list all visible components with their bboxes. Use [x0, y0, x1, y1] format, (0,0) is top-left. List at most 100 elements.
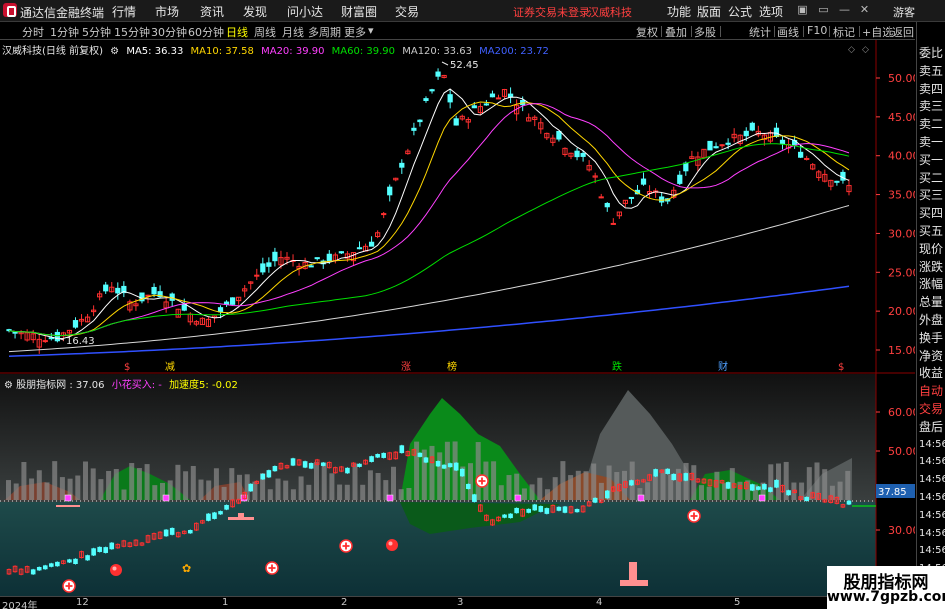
- more-chevron-icon[interactable]: ▾: [368, 24, 374, 37]
- side-panel-item[interactable]: 14:56: [919, 473, 945, 487]
- indicator-chart[interactable]: ✿37.8560.0050.0030.0040.00: [0, 374, 915, 596]
- period-weekly[interactable]: 周线: [254, 24, 276, 40]
- volume-bar: [568, 475, 574, 500]
- period-multi[interactable]: 多周期: [308, 24, 341, 40]
- side-panel-item[interactable]: 14:56: [919, 509, 945, 523]
- menu-gongshi[interactable]: 公式: [728, 3, 752, 20]
- skin-icon[interactable]: ▣: [794, 2, 811, 19]
- candle-body: [556, 130, 562, 140]
- side-panel-item[interactable]: 卖三: [919, 99, 943, 113]
- tool-duogu[interactable]: 多股: [694, 24, 716, 40]
- side-panel-item[interactable]: 卖四: [919, 82, 943, 96]
- period-monthly[interactable]: 月线: [282, 24, 304, 40]
- side-panel-item[interactable]: 买二: [919, 171, 943, 185]
- side-panel-item[interactable]: 自动: [919, 384, 943, 398]
- side-panel-item[interactable]: 现价: [919, 242, 943, 256]
- period-60min[interactable]: 60分钟: [188, 24, 224, 40]
- candle-body: [743, 130, 749, 137]
- menu-caifuquan[interactable]: 财富圈: [341, 3, 377, 20]
- tool-back[interactable]: 返回: [892, 24, 914, 40]
- tool-tongji[interactable]: 统计: [749, 24, 771, 40]
- side-panel-item[interactable]: 买五: [919, 224, 943, 238]
- side-panel-item[interactable]: 总量: [919, 295, 943, 309]
- menu-gongneng[interactable]: 功能: [667, 3, 691, 20]
- app-title: 通达信金融终端: [20, 6, 105, 20]
- period-more[interactable]: 更多: [344, 24, 366, 40]
- period-30min[interactable]: 30分钟: [151, 24, 187, 40]
- menu-faxian[interactable]: 发现: [243, 3, 267, 20]
- side-panel-item[interactable]: 涨跌: [919, 260, 943, 274]
- tool-biaoji[interactable]: 标记: [833, 24, 855, 40]
- side-panel-item[interactable]: 涨幅: [919, 277, 943, 291]
- price-high-label: 52.45: [450, 60, 479, 71]
- menu-jiaoyi[interactable]: 交易: [395, 3, 419, 20]
- volume-bar: [822, 469, 828, 500]
- period-5min[interactable]: 5分钟: [82, 24, 111, 40]
- x-label: 1: [222, 597, 229, 608]
- guest-user[interactable]: 游客: [893, 4, 915, 20]
- volume-bar: [406, 487, 412, 500]
- candle-body: [447, 94, 453, 103]
- y-label: 40.00: [888, 150, 915, 163]
- tool-diejia[interactable]: 叠加: [665, 24, 687, 40]
- period-1min[interactable]: 1分钟: [50, 24, 79, 40]
- side-panel-item[interactable]: 14:56: [919, 455, 945, 469]
- side-panel-item[interactable]: 卖二: [919, 117, 943, 131]
- close-icon[interactable]: ✕: [856, 2, 873, 19]
- side-panel-item[interactable]: 收益: [919, 366, 943, 380]
- side-panel-item[interactable]: 买三: [919, 188, 943, 202]
- side-panel-item[interactable]: 净资: [919, 349, 943, 363]
- volume-bar: [545, 489, 550, 500]
- indicator-candle-body: [423, 457, 429, 463]
- side-panel-item[interactable]: 14:56: [919, 491, 945, 505]
- menu-banmian[interactable]: 版面: [697, 3, 721, 20]
- tool-fuquan[interactable]: 复权: [636, 24, 658, 40]
- y-label: 45.00: [888, 111, 915, 124]
- side-panel-item[interactable]: 换手: [919, 331, 943, 345]
- volume-bar: [506, 475, 512, 500]
- tool-f10[interactable]: F10: [807, 24, 827, 37]
- side-panel-item[interactable]: 交易: [919, 402, 943, 416]
- indicator-candle-body: [502, 514, 507, 518]
- indicator-candle-body: [459, 468, 465, 477]
- side-panel-item[interactable]: 卖一: [919, 135, 943, 149]
- indicator-candle-body: [266, 470, 272, 478]
- volume-bar: [691, 465, 697, 500]
- divider: [859, 26, 860, 37]
- x-label: 5: [734, 597, 741, 608]
- minimize-icon[interactable]: —: [836, 2, 853, 19]
- period-daily[interactable]: 日线: [226, 24, 248, 40]
- volume-bar: [352, 463, 358, 500]
- settings-gear-icon[interactable]: ⚙: [4, 380, 13, 391]
- login-status[interactable]: 证券交易未登录: [513, 4, 590, 20]
- side-panel-item[interactable]: 买一: [919, 153, 943, 167]
- restore-icon[interactable]: ▭: [815, 2, 832, 19]
- candle-body: [840, 171, 846, 181]
- candle-body: [725, 142, 731, 145]
- x-axis: 2024年 12 1 2 3 4 5: [0, 596, 915, 609]
- side-panel-item[interactable]: 14:56: [919, 544, 945, 558]
- menu-zixun[interactable]: 资讯: [200, 3, 224, 20]
- indicator-candle-body: [206, 513, 211, 521]
- candle-body: [338, 251, 344, 254]
- volume-bar: [6, 480, 11, 500]
- side-panel-item[interactable]: 外盘: [919, 313, 943, 327]
- period-fenshi[interactable]: 分时: [22, 24, 44, 40]
- menu-wenxiaoda[interactable]: 问小达: [287, 3, 323, 20]
- menu-xuanxiang[interactable]: 选项: [759, 3, 783, 20]
- candle-body: [266, 262, 272, 267]
- side-panel-item[interactable]: 买四: [919, 206, 943, 220]
- period-15min[interactable]: 15分钟: [114, 24, 150, 40]
- side-panel-item[interactable]: 14:56: [919, 527, 945, 541]
- side-panel-item[interactable]: 委比: [919, 46, 943, 60]
- menu-hangqing[interactable]: 行情: [112, 3, 136, 20]
- side-panel-item[interactable]: 盘后: [919, 420, 943, 434]
- candle-body: [713, 146, 719, 149]
- menu-shichang[interactable]: 市场: [155, 3, 179, 20]
- indicator-candle-body: [762, 484, 767, 490]
- side-panel-item[interactable]: 卖五: [919, 64, 943, 78]
- price-chart[interactable]: 50.00 45.00 40.00 35.00 30.00 25.00 20.00 15.00…: [0, 40, 915, 374]
- settings-gear-icon[interactable]: ⚙: [110, 46, 119, 57]
- side-panel-item[interactable]: 14:56: [919, 438, 945, 452]
- tool-huaxian[interactable]: 画线: [777, 24, 799, 40]
